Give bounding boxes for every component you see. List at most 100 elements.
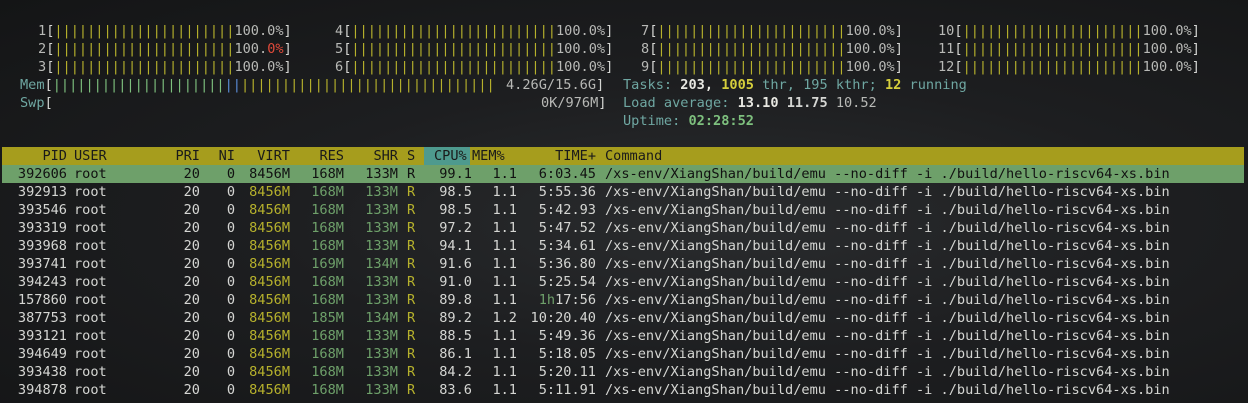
cell-ni: 0 <box>226 256 235 272</box>
cell-user: root <box>74 364 107 380</box>
cell-s: R <box>407 274 416 290</box>
memory-value: 4.26G/15.6G] <box>506 77 605 93</box>
cell-virt: 8456M <box>249 292 290 308</box>
cell-s: R <box>407 202 416 218</box>
cell-pid: 393121 <box>17 328 67 344</box>
cell-cmd: /xs-env/XiangShan/build/emu --no-diff -i… <box>605 382 1170 398</box>
cell-mem: 1.1 <box>492 382 517 398</box>
cell-ni: 0 <box>226 220 235 236</box>
cell-cpu: 84.2 <box>439 364 472 380</box>
cell-cpu: 99.1 <box>439 166 472 182</box>
cell-virt: 8456M <box>249 220 290 236</box>
table-row[interactable]: 392913 root 20 0 8456M 168M 133M R 98.5 1.1 5:55.3… <box>2 183 1244 201</box>
cell-s: R <box>407 256 416 272</box>
cell-mem: 1.1 <box>492 274 517 290</box>
col-shr[interactable]: SHR <box>354 147 398 165</box>
cell-cpu: 97.2 <box>439 220 472 236</box>
cell-res: 168M <box>311 328 344 344</box>
cell-cmd: /xs-env/XiangShan/build/emu --no-diff -i… <box>605 328 1170 344</box>
load-average: Load average: 13.10 11.75 10.52 <box>623 95 877 111</box>
cell-mem: 1.1 <box>492 328 517 344</box>
cell-cmd: /xs-env/XiangShan/build/emu --no-diff -i… <box>605 346 1170 362</box>
cell-pid: 393319 <box>17 220 67 236</box>
cell-pri: 20 <box>183 382 200 398</box>
cell-time: 10:20.40 <box>530 310 596 326</box>
cell-time: 5:20.11 <box>538 364 596 380</box>
col-cpu[interactable]: CPU% <box>434 147 467 165</box>
cell-virt: 8456M <box>249 166 290 182</box>
cell-mem: 1.2 <box>492 310 517 326</box>
cell-time: 5:47.52 <box>538 220 596 236</box>
cpu-meter-8: 8[|||||||||||||||||||||||100.0%] <box>641 41 903 57</box>
table-row[interactable]: 393319 root 20 0 8456M 168M 133M R 97.2 1.1 5:47.5… <box>2 219 1244 237</box>
cell-ni: 0 <box>226 310 235 326</box>
cell-res: 168M <box>311 364 344 380</box>
swap-value: 0K/976M] <box>541 95 607 111</box>
cell-pri: 20 <box>183 346 200 362</box>
cell-cpu: 89.8 <box>439 292 472 308</box>
cell-mem: 1.1 <box>492 292 517 308</box>
cell-time: 5:25.54 <box>538 274 596 290</box>
cell-mem: 1.1 <box>492 202 517 218</box>
cell-time-hours: 1h <box>538 292 556 308</box>
table-row[interactable]: 393741 root 20 0 8456M 169M 134M R 91.6 1.1 5:36.8… <box>2 255 1244 273</box>
cell-pid: 394243 <box>17 274 67 290</box>
table-row[interactable]: 157860 root 20 0 8456M 168M 133M R 89.8 1.1 1h17:5… <box>2 291 1244 309</box>
uptime: Uptime: 02:28:52 <box>623 113 754 129</box>
cell-shr: 133M <box>365 382 398 398</box>
cell-pid: 393546 <box>17 202 67 218</box>
cell-cpu: 86.1 <box>439 346 472 362</box>
table-row-selected[interactable]: 392606 root 20 0 8456M 168M 133M R 99.1 1.1 6:03.4… <box>2 165 1244 183</box>
cell-cpu: 89.2 <box>439 310 472 326</box>
table-row[interactable]: 393121 root 20 0 8456M 168M 133M R 88.5 1.1 5:49.3… <box>2 327 1244 345</box>
table-row[interactable]: 394878 root 20 0 8456M 168M 133M R 83.6 1.1 5:11.9… <box>2 381 1244 399</box>
cell-cmd: /xs-env/XiangShan/build/emu --no-diff -i… <box>605 238 1170 254</box>
cell-pri: 20 <box>183 364 200 380</box>
table-row[interactable]: 393438 root 20 0 8456M 168M 133M R 84.2 1.1 5:20.1… <box>2 363 1244 381</box>
cell-shr: 133M <box>365 184 398 200</box>
cell-mem: 1.1 <box>492 184 517 200</box>
col-pri[interactable]: PRI <box>162 147 200 165</box>
cpu-meter-2: 2[||||||||||||||||||||||100.0%] <box>38 41 292 57</box>
cell-cmd: /xs-env/XiangShan/build/emu --no-diff -i… <box>605 292 1170 308</box>
cell-pri: 20 <box>183 166 200 182</box>
col-pid[interactable]: PID <box>2 147 67 165</box>
table-row[interactable]: 394243 root 20 0 8456M 168M 133M R 91.0 1.1 5:25.5… <box>2 273 1244 291</box>
cell-virt: 8456M <box>249 364 290 380</box>
col-mem[interactable]: MEM% <box>472 147 505 165</box>
col-command[interactable]: Command <box>605 147 662 165</box>
table-row[interactable]: 393968 root 20 0 8456M 168M 133M R 94.1 1.1 5:34.6… <box>2 237 1244 255</box>
cell-cpu: 83.6 <box>439 382 472 398</box>
col-time[interactable]: TIME+ <box>522 147 596 165</box>
cell-shr: 133M <box>365 220 398 236</box>
col-virt[interactable]: VIRT <box>242 147 290 165</box>
cell-cpu: 98.5 <box>439 202 472 218</box>
col-user[interactable]: USER <box>74 147 107 165</box>
col-ni[interactable]: NI <box>207 147 235 165</box>
col-res[interactable]: RES <box>300 147 344 165</box>
cell-time: 5:34.61 <box>538 238 596 254</box>
cell-user: root <box>74 184 107 200</box>
cell-cpu: 88.5 <box>439 328 472 344</box>
cell-virt: 8456M <box>249 346 290 362</box>
cell-cmd: /xs-env/XiangShan/build/emu --no-diff -i… <box>605 310 1170 326</box>
col-state[interactable]: S <box>407 147 415 165</box>
cell-mem: 1.1 <box>492 256 517 272</box>
cell-cmd: /xs-env/XiangShan/build/emu --no-diff -i… <box>605 364 1170 380</box>
cell-pri: 20 <box>183 184 200 200</box>
cell-shr: 133M <box>365 274 398 290</box>
cell-ni: 0 <box>226 328 235 344</box>
cell-cmd: /xs-env/XiangShan/build/emu --no-diff -i… <box>605 274 1170 290</box>
cell-shr: 133M <box>365 346 398 362</box>
cell-res: 168M <box>311 274 344 290</box>
table-row[interactable]: 387753 root 20 0 8456M 185M 134M R 89.2 1.2 10:20.… <box>2 309 1244 327</box>
cell-user: root <box>74 328 107 344</box>
cell-pid: 393438 <box>17 364 67 380</box>
cell-res: 168M <box>311 292 344 308</box>
cpu-meter-5: 5[|||||||||||||||||||||||||100.0%] <box>335 41 614 57</box>
cell-ni: 0 <box>226 292 235 308</box>
table-row[interactable]: 394649 root 20 0 8456M 168M 133M R 86.1 1.1 5:18.0… <box>2 345 1244 363</box>
cell-shr: 133M <box>365 328 398 344</box>
cell-s: R <box>407 364 416 380</box>
table-row[interactable]: 393546 root 20 0 8456M 168M 133M R 98.5 1.1 5:42.9… <box>2 201 1244 219</box>
